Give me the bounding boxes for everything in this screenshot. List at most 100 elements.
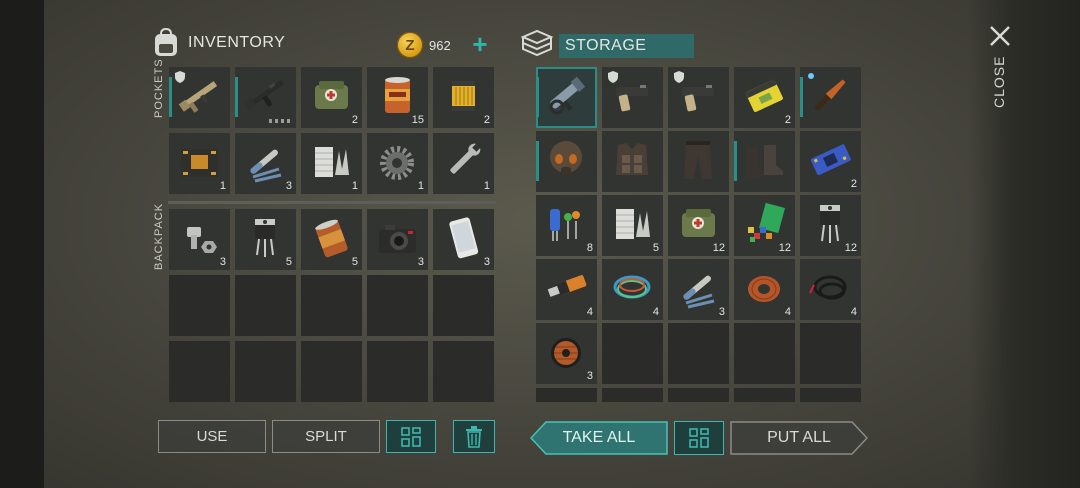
item-count: 3 bbox=[417, 256, 424, 268]
empty-slot[interactable] bbox=[800, 388, 861, 402]
pockets-divider bbox=[168, 201, 496, 204]
slot-accent bbox=[536, 141, 539, 181]
item-count: 2 bbox=[483, 114, 490, 126]
item-slot-medkit-bag[interactable]: 2 bbox=[301, 67, 362, 128]
empty-slot[interactable] bbox=[169, 275, 230, 336]
item-count: 8 bbox=[586, 242, 593, 254]
item-slot-copper-wire-spool[interactable]: 3 bbox=[536, 323, 597, 384]
item-slot-canned-food[interactable]: 15 bbox=[367, 67, 428, 128]
rifle-tan-icon bbox=[178, 81, 218, 113]
item-slot-boots[interactable] bbox=[734, 131, 795, 192]
put-all-label: PUT ALL bbox=[767, 429, 831, 446]
grenade-launcher-icon bbox=[549, 76, 586, 115]
canned-food-icon bbox=[385, 77, 410, 113]
empty-slot[interactable] bbox=[235, 341, 296, 402]
duct-tape-fabric-icon bbox=[315, 147, 349, 177]
electrical-tools-icon bbox=[250, 149, 282, 183]
item-slot-wires[interactable]: 4 bbox=[602, 259, 663, 320]
item-slot-pistol[interactable] bbox=[602, 67, 663, 128]
wires-icon bbox=[613, 275, 651, 299]
empty-slot[interactable] bbox=[668, 323, 729, 384]
close-icon[interactable] bbox=[988, 24, 1012, 48]
item-slot-wrench[interactable]: 1 bbox=[433, 133, 494, 194]
item-slot-plastic-pieces[interactable]: 12 bbox=[734, 195, 795, 256]
close-label[interactable]: CLOSE bbox=[991, 56, 1007, 108]
put-all-button[interactable]: PUT ALL bbox=[730, 421, 868, 455]
slot-accent bbox=[536, 77, 539, 117]
item-slot-camera[interactable]: 3 bbox=[367, 209, 428, 270]
item-slot-gas-mask-helmet[interactable] bbox=[536, 131, 597, 192]
item-slot-rifle-tan[interactable] bbox=[169, 67, 230, 128]
pockets-label: POCKETS bbox=[153, 58, 165, 118]
item-slot-electronic-parts[interactable]: 8 bbox=[536, 195, 597, 256]
trash-icon bbox=[466, 425, 482, 448]
empty-slot[interactable] bbox=[602, 323, 663, 384]
empty-slot[interactable] bbox=[602, 388, 663, 402]
empty-slot[interactable] bbox=[433, 275, 494, 336]
item-slot-electrical-tools[interactable]: 3 bbox=[668, 259, 729, 320]
slot-accent bbox=[734, 141, 737, 181]
electronic-parts-icon bbox=[550, 209, 580, 241]
copper-wire-spool-icon bbox=[551, 338, 581, 368]
item-slot-pistol[interactable] bbox=[668, 67, 729, 128]
empty-slot[interactable] bbox=[367, 341, 428, 402]
item-slot-battery[interactable]: 2 bbox=[734, 67, 795, 128]
item-slot-copper-coil[interactable]: 4 bbox=[734, 259, 795, 320]
empty-slot[interactable] bbox=[536, 388, 597, 402]
right-panel bbox=[968, 0, 1080, 488]
empty-slot[interactable] bbox=[169, 341, 230, 402]
item-slot-grenade-launcher[interactable] bbox=[536, 67, 597, 128]
item-slot-assault-rifle[interactable] bbox=[235, 67, 296, 128]
knife-icon bbox=[814, 79, 846, 111]
sort-storage-button[interactable] bbox=[674, 421, 724, 455]
item-slot-smartphone[interactable]: 3 bbox=[433, 209, 494, 270]
black-cable-icon bbox=[809, 275, 847, 300]
item-count: 3 bbox=[586, 370, 593, 382]
item-slot-circuit-chip[interactable]: 2 bbox=[800, 131, 861, 192]
item-slot-transistor[interactable]: 5 bbox=[235, 209, 296, 270]
use-button[interactable]: USE bbox=[158, 420, 266, 453]
item-slot-rusty-can[interactable]: 5 bbox=[301, 209, 362, 270]
item-slot-body-armor[interactable] bbox=[602, 131, 663, 192]
empty-slot[interactable] bbox=[734, 323, 795, 384]
ammo-dots bbox=[269, 119, 291, 123]
empty-slot[interactable] bbox=[235, 275, 296, 336]
item-slot-oil-filter[interactable]: 2 bbox=[433, 67, 494, 128]
item-slot-medkit-bag[interactable]: 12 bbox=[668, 195, 729, 256]
backpack-icon bbox=[155, 28, 177, 56]
item-count: 5 bbox=[351, 256, 358, 268]
empty-slot[interactable] bbox=[301, 341, 362, 402]
electrical-tools-icon bbox=[683, 275, 715, 309]
empty-slot[interactable] bbox=[734, 388, 795, 402]
assault-rifle-icon bbox=[244, 79, 285, 111]
empty-slot[interactable] bbox=[668, 388, 729, 402]
pants-icon bbox=[684, 141, 712, 179]
item-slot-black-cable[interactable]: 4 bbox=[800, 259, 861, 320]
item-count: 5 bbox=[285, 256, 292, 268]
item-slot-electrical-tools[interactable]: 3 bbox=[235, 133, 296, 194]
sort-inventory-button[interactable] bbox=[386, 420, 436, 453]
item-slot-bolt-nut[interactable]: 3 bbox=[169, 209, 230, 270]
item-slot-usb-stick[interactable]: 4 bbox=[536, 259, 597, 320]
storage-title-bar: STORAGE bbox=[559, 34, 694, 58]
item-slot-gear[interactable]: 1 bbox=[367, 133, 428, 194]
trash-button[interactable] bbox=[453, 420, 495, 453]
item-slot-duct-tape-fabric[interactable]: 5 bbox=[602, 195, 663, 256]
empty-slot[interactable] bbox=[433, 341, 494, 402]
split-button[interactable]: SPLIT bbox=[272, 420, 380, 453]
game-screen: INVENTORY Z 962 + STORAGE POCKETS BACKPA… bbox=[0, 0, 1080, 488]
item-slot-transistor[interactable]: 12 bbox=[800, 195, 861, 256]
item-slot-knife[interactable] bbox=[800, 67, 861, 128]
item-slot-pants[interactable] bbox=[668, 131, 729, 192]
empty-slot[interactable] bbox=[367, 275, 428, 336]
wrench-icon bbox=[450, 142, 482, 174]
add-coins-button[interactable]: + bbox=[468, 31, 492, 57]
empty-slot[interactable] bbox=[800, 323, 861, 384]
take-all-button[interactable]: TAKE ALL bbox=[530, 421, 668, 455]
body-armor-icon bbox=[616, 143, 648, 175]
item-slot-duct-tape-fabric[interactable]: 1 bbox=[301, 133, 362, 194]
item-slot-circuit-board[interactable]: 1 bbox=[169, 133, 230, 194]
empty-slot[interactable] bbox=[301, 275, 362, 336]
item-count: 3 bbox=[219, 256, 226, 268]
circuit-chip-icon bbox=[810, 144, 851, 176]
